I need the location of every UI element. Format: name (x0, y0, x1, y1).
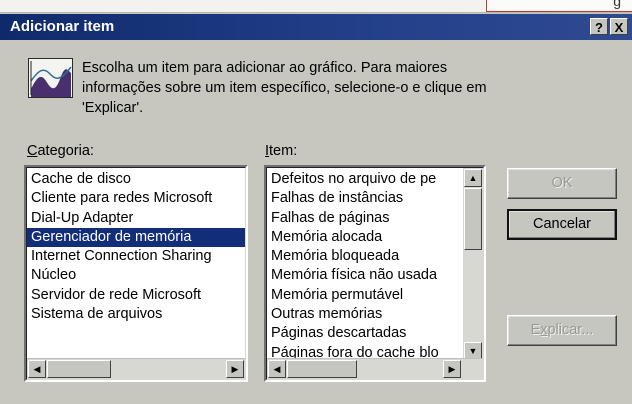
help-button[interactable]: ? (590, 18, 608, 35)
categoria-list-inner: Cache de disco Cliente para redes Micros… (26, 167, 246, 380)
categoria-label: Categoria: (27, 143, 94, 159)
scroll-thumb[interactable] (47, 360, 111, 378)
item-horizontal-scrollbar[interactable]: ◀ ▶ (267, 358, 483, 379)
explain-label-pre: E (530, 322, 541, 338)
list-item[interactable]: Defeitos no arquivo de pe (267, 170, 463, 189)
scroll-thumb[interactable] (287, 360, 357, 378)
categoria-label-accesskey: C (27, 143, 38, 159)
background-window-edge: g (0, 0, 632, 13)
close-button[interactable]: X (610, 18, 628, 35)
list-item[interactable]: Núcleo (27, 266, 245, 285)
explain-label-post: plicar... (547, 322, 594, 338)
list-item[interactable]: Internet Connection Sharing (27, 247, 245, 266)
categoria-listbox[interactable]: Cache de disco Cliente para redes Micros… (24, 165, 248, 382)
list-item[interactable]: Memória alocada (267, 228, 463, 247)
intro-description: Escolha um item para adicionar ao gráfic… (82, 58, 532, 118)
dialog-window: g Adicionar item ? X Escolha um item par… (0, 0, 632, 404)
cancel-button[interactable]: Cancelar (507, 209, 617, 240)
item-items: Defeitos no arquivo de pe Falhas de inst… (267, 168, 463, 363)
scroll-left-icon[interactable]: ◀ (268, 360, 286, 378)
scroll-up-icon[interactable]: ▲ (464, 169, 482, 187)
list-item[interactable]: Falhas de instâncias (267, 189, 463, 208)
title-bar[interactable]: Adicionar item ? X (0, 14, 632, 40)
window-title: Adicionar item (10, 18, 115, 35)
callout-fragment: g (613, 0, 621, 9)
scroll-left-icon[interactable]: ◀ (28, 360, 46, 378)
intro-line-3: 'Explicar'. (82, 100, 144, 116)
list-item[interactable]: Páginas descartadas (267, 324, 463, 343)
list-item[interactable]: Servidor de rede Microsoft (27, 286, 245, 305)
list-item[interactable]: Cache de disco (27, 170, 245, 189)
item-listbox[interactable]: Defeitos no arquivo de pe Falhas de inst… (264, 165, 486, 382)
list-item-selected[interactable]: Gerenciador de memória (27, 227, 245, 248)
list-item[interactable]: Dial-Up Adapter (27, 209, 245, 228)
list-item[interactable]: Outras memórias (267, 305, 463, 324)
list-item[interactable]: Memória bloqueada (267, 247, 463, 266)
scroll-thumb[interactable] (464, 188, 482, 250)
ok-button[interactable]: OK (507, 168, 617, 199)
item-label-text: tem: (269, 143, 298, 159)
scroll-right-icon[interactable]: ▶ (226, 360, 244, 378)
intro-line-1: Escolha um item para adicionar ao gráfic… (82, 60, 448, 76)
chart-icon (28, 58, 73, 98)
list-item[interactable]: Memória permutável (267, 286, 463, 305)
list-item[interactable]: Sistema de arquivos (27, 305, 245, 324)
intro-line-2: informações sobre um item específico, se… (82, 80, 487, 96)
list-item[interactable]: Memória física não usada (267, 266, 463, 285)
list-item[interactable]: Cliente para redes Microsoft (27, 189, 245, 208)
item-list-inner: Defeitos no arquivo de pe Falhas de inst… (266, 167, 484, 380)
explain-button[interactable]: Explicar... (507, 315, 617, 346)
item-label: Item: (265, 143, 297, 159)
categoria-label-text: ategoria: (37, 143, 94, 159)
categoria-horizontal-scrollbar[interactable]: ◀ ▶ (27, 358, 245, 379)
categoria-items: Cache de disco Cliente para redes Micros… (27, 168, 245, 324)
list-item[interactable]: Falhas de páginas (267, 209, 463, 228)
item-vertical-scrollbar[interactable]: ▲ ▼ (463, 168, 483, 361)
scroll-right-icon[interactable]: ▶ (443, 360, 461, 378)
callout-box: g (486, 0, 632, 12)
